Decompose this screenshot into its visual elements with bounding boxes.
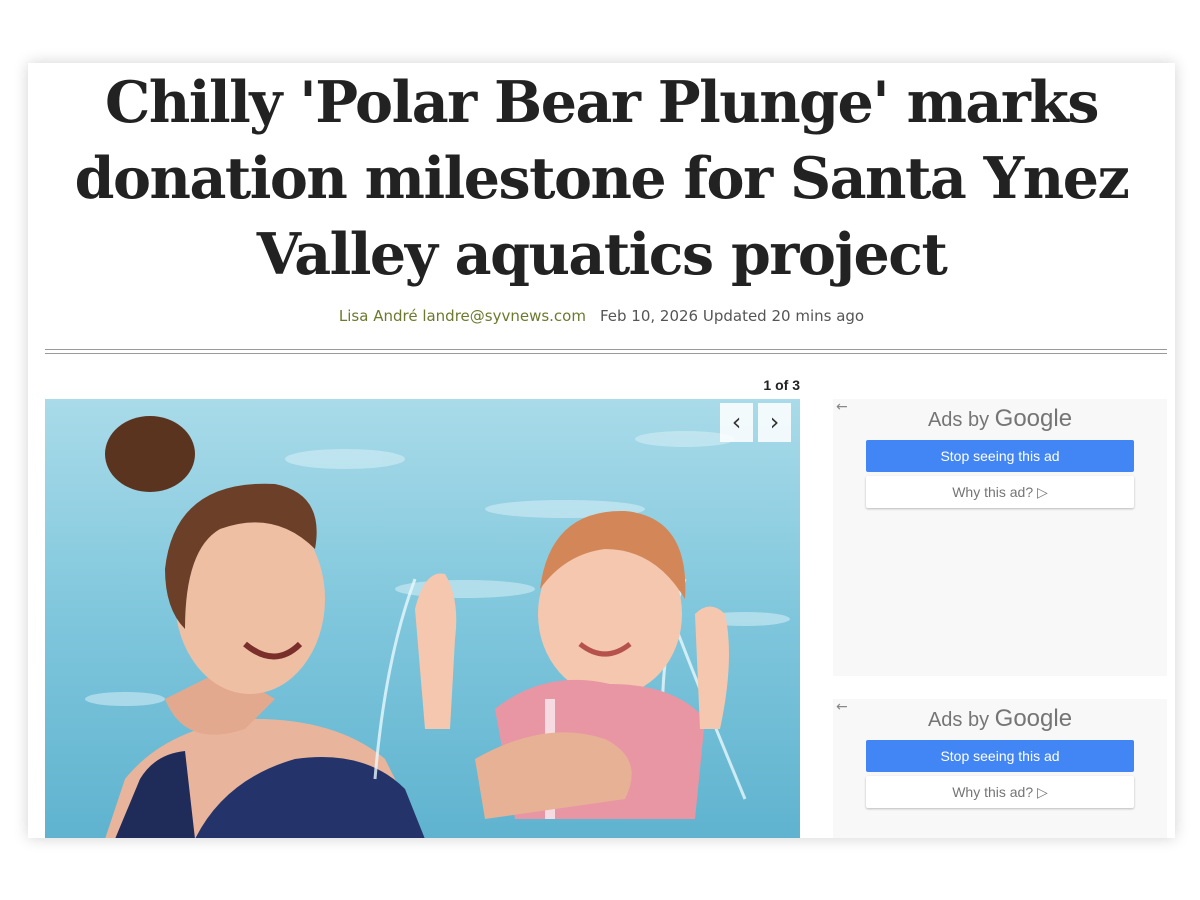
gallery-photo[interactable] bbox=[45, 399, 800, 838]
ads-by-google-label: Ads by Google bbox=[833, 705, 1167, 733]
google-wordmark: Google bbox=[994, 405, 1073, 432]
gallery-prev-button[interactable]: ‹ bbox=[720, 403, 753, 442]
article-dateline: Feb 10, 2026 Updated 20 mins ago bbox=[599, 307, 865, 325]
ads-by-google-label: Ads by Google bbox=[833, 405, 1167, 433]
stop-seeing-ad-button[interactable]: Stop seeing this ad bbox=[866, 440, 1134, 472]
why-this-ad-button[interactable]: Why this ad? ▷ bbox=[866, 476, 1134, 508]
ads-by-text: Ads by bbox=[927, 409, 990, 431]
author-link[interactable]: Lisa André landre@syvnews.com bbox=[339, 307, 586, 325]
stop-seeing-ad-button[interactable]: Stop seeing this ad bbox=[866, 740, 1134, 772]
ads-by-text: Ads by bbox=[927, 709, 990, 731]
headline-divider bbox=[45, 349, 1167, 354]
google-ad-slot-2: ← Ads by Google Stop seeing this ad Why … bbox=[833, 699, 1167, 838]
gallery-counter: 1 of 3 bbox=[763, 377, 800, 393]
why-this-ad-button[interactable]: Why this ad? ▷ bbox=[866, 776, 1134, 808]
byline: Lisa André landre@syvnews.com Feb 10, 202… bbox=[28, 307, 1175, 325]
gallery-next-button[interactable]: › bbox=[758, 403, 791, 442]
article-headline: Chilly 'Polar Bear Plunge' marks donatio… bbox=[74, 69, 1130, 288]
google-ad-slot-1: ← Ads by Google Stop seeing this ad Why … bbox=[833, 399, 1167, 676]
article-card: Chilly 'Polar Bear Plunge' marks donatio… bbox=[28, 63, 1175, 838]
photo-mother-baby-pool bbox=[45, 399, 800, 838]
google-wordmark: Google bbox=[994, 705, 1073, 732]
